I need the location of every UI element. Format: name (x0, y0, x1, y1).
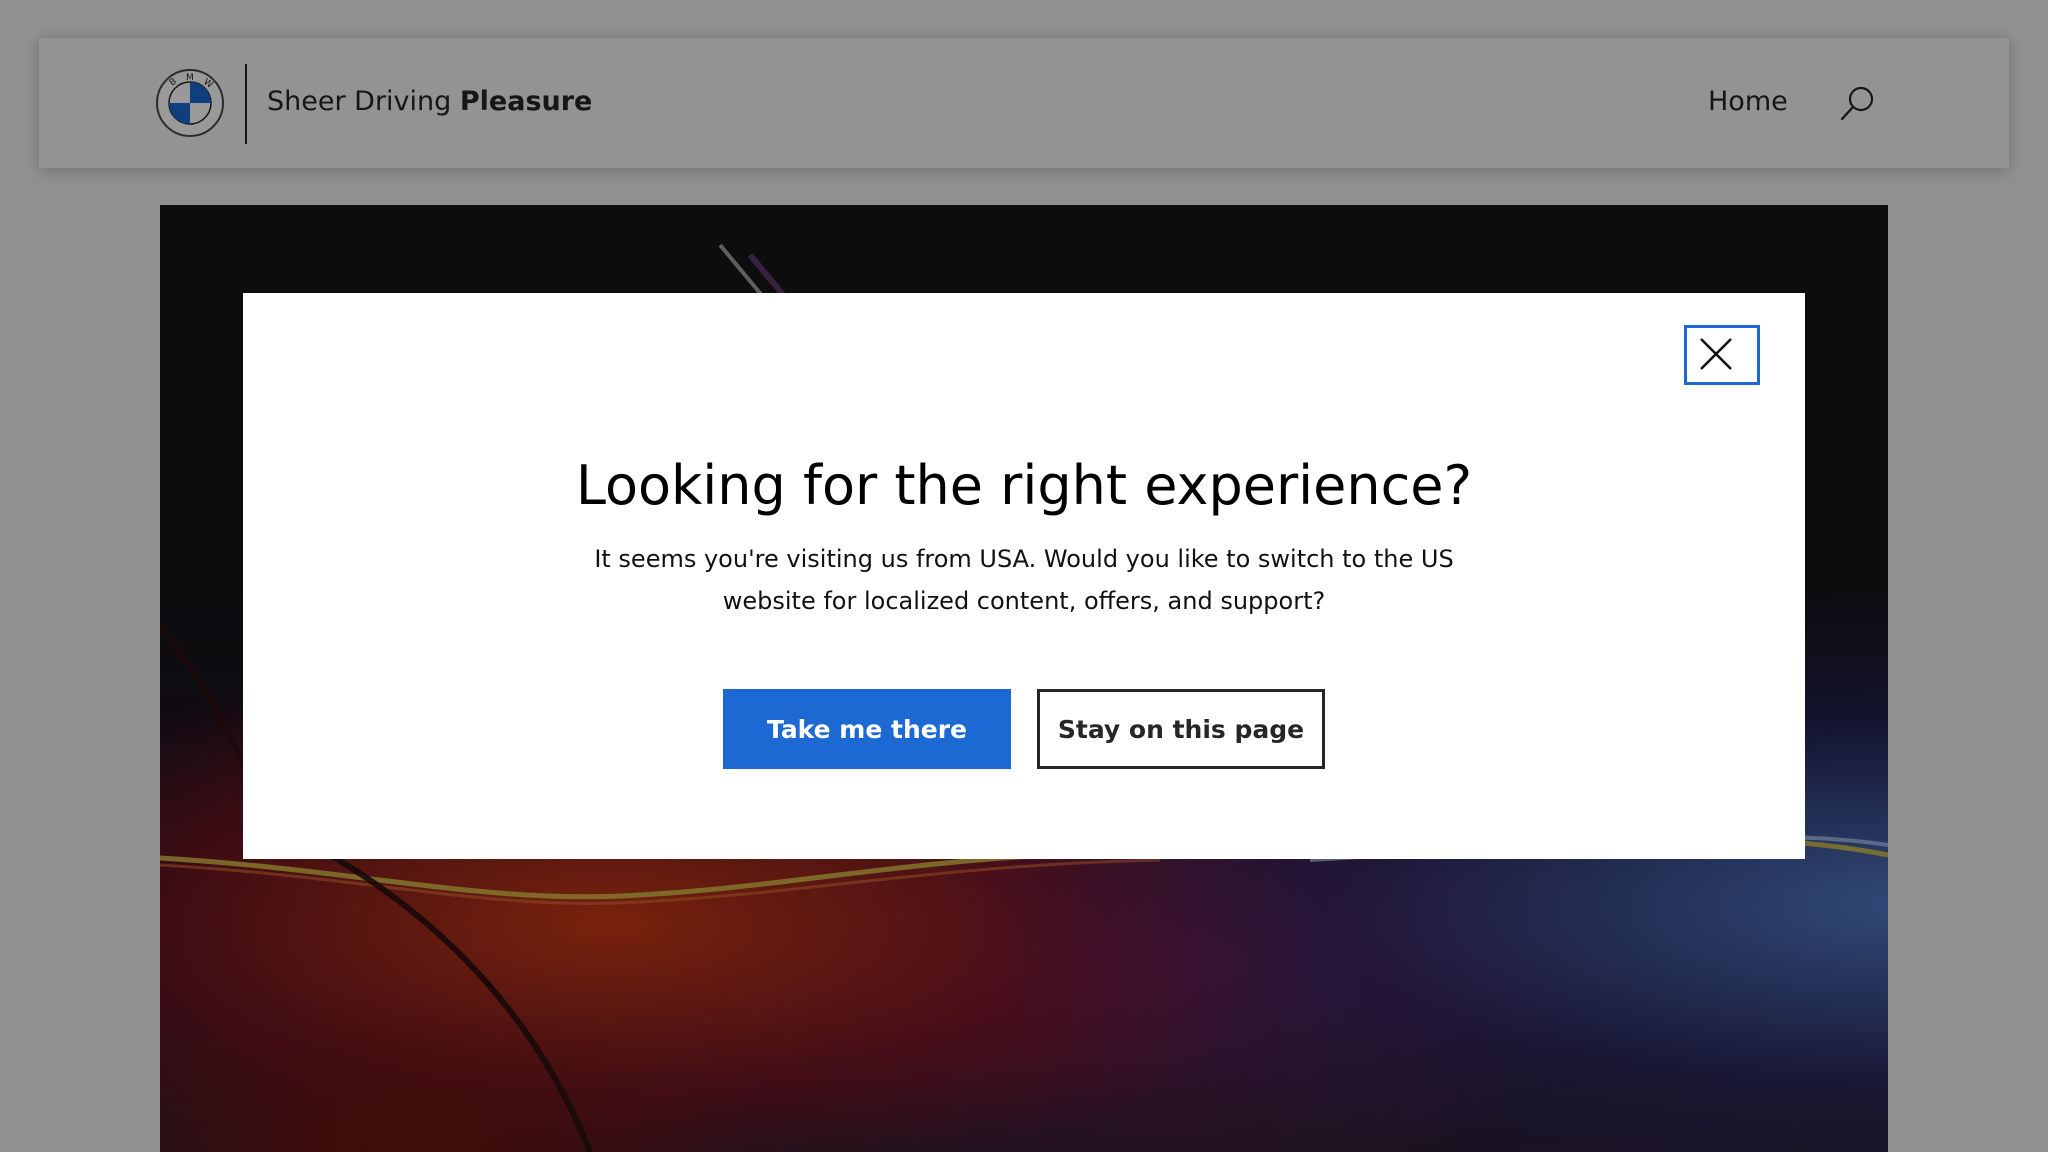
close-icon (1700, 338, 1732, 370)
close-dialog-button[interactable] (1684, 325, 1760, 385)
stay-on-page-button[interactable]: Stay on this page (1037, 689, 1325, 769)
dialog-message: It seems you're visiting us from USA. Wo… (594, 545, 1454, 615)
page: B M W Sheer Driving Pleasure Home Lookin… (0, 0, 2048, 1152)
region-redirect-dialog: Looking for the right experience? It see… (243, 293, 1805, 859)
take-me-there-button[interactable]: Take me there (723, 689, 1011, 769)
dialog-title: Looking for the right experience? (575, 454, 1473, 517)
